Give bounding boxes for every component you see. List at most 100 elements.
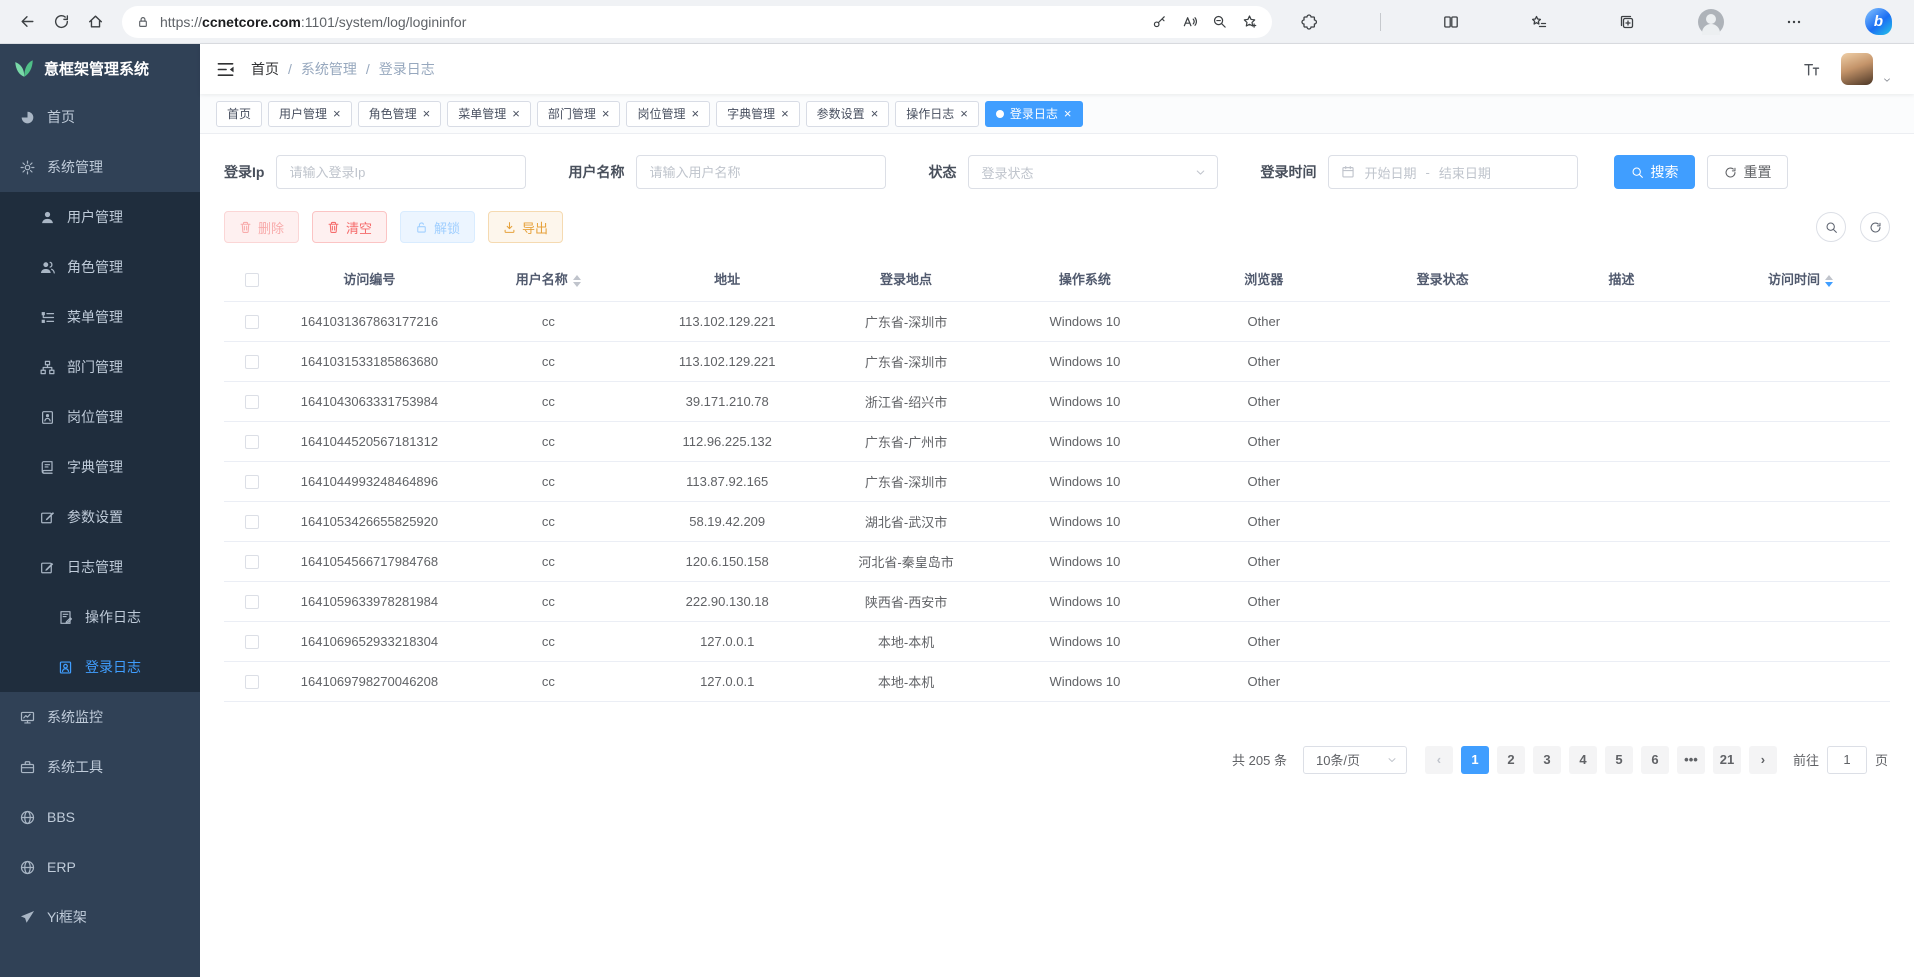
- date-range-picker[interactable]: 开始日期 - 结束日期: [1328, 155, 1578, 189]
- sort-caret-icon[interactable]: [1825, 275, 1833, 287]
- 导出-button[interactable]: 导出: [488, 211, 563, 243]
- page-button-5[interactable]: 5: [1605, 746, 1633, 774]
- tab-登录日志[interactable]: 登录日志×: [985, 101, 1083, 127]
- close-icon[interactable]: ×: [691, 107, 699, 120]
- page-button-3[interactable]: 3: [1533, 746, 1561, 774]
- status-select[interactable]: 登录状态: [968, 155, 1218, 189]
- sidebar-item-角色管理[interactable]: 角色管理: [0, 242, 200, 292]
- page-button-1[interactable]: 1: [1461, 746, 1489, 774]
- next-page-button[interactable]: ›: [1749, 746, 1777, 774]
- row-checkbox[interactable]: [245, 435, 259, 449]
- tab-用户管理[interactable]: 用户管理×: [268, 101, 352, 127]
- page-button-6[interactable]: 6: [1641, 746, 1669, 774]
- favorites-button[interactable]: [1522, 5, 1556, 39]
- sidebar-item-用户管理[interactable]: 用户管理: [0, 192, 200, 242]
- tab-岗位管理[interactable]: 岗位管理×: [626, 101, 710, 127]
- user-avatar[interactable]: [1841, 53, 1873, 85]
- tab-菜单管理[interactable]: 菜单管理 ×: [447, 101, 531, 127]
- row-checkbox[interactable]: [245, 515, 259, 529]
- goto-unit-label: 页: [1875, 750, 1888, 769]
- sidebar-item-参数设置[interactable]: 参数设置: [0, 492, 200, 542]
- close-icon[interactable]: ×: [1064, 107, 1072, 120]
- address-bar[interactable]: https://ccnetcore.com:1101/system/log/lo…: [122, 6, 1272, 38]
- extensions-button[interactable]: [1292, 5, 1326, 39]
- row-checkbox[interactable]: [245, 635, 259, 649]
- sidebar-item-岗位管理[interactable]: 岗位管理: [0, 392, 200, 442]
- page-button-2[interactable]: 2: [1497, 746, 1525, 774]
- page-button-21[interactable]: 21: [1713, 746, 1741, 774]
- row-checkbox[interactable]: [245, 595, 259, 609]
- close-icon[interactable]: ×: [871, 107, 879, 120]
- tab-操作日志[interactable]: 操作日志×: [895, 101, 979, 127]
- close-icon[interactable]: ×: [602, 107, 610, 120]
- close-icon[interactable]: ×: [512, 107, 520, 120]
- reset-button[interactable]: 重置: [1707, 155, 1788, 189]
- sidebar-item-日志管理[interactable]: 日志管理: [0, 542, 200, 592]
- refresh-mini-button[interactable]: [1860, 212, 1890, 242]
- goto-page-input[interactable]: [1827, 746, 1867, 774]
- cell: 1641044520567181312: [280, 421, 459, 461]
- close-icon[interactable]: ×: [423, 107, 431, 120]
- row-checkbox[interactable]: [245, 395, 259, 409]
- sidebar-item-操作日志[interactable]: 操作日志: [0, 592, 200, 642]
- search-mini-button[interactable]: [1816, 212, 1846, 242]
- login-ip-input[interactable]: [276, 155, 526, 189]
- search-button[interactable]: 搜索: [1614, 155, 1695, 189]
- tab-部门管理[interactable]: 部门管理×: [537, 101, 621, 127]
- avatar-caret-icon[interactable]: [1882, 75, 1892, 85]
- tab-字典管理[interactable]: 字典管理×: [716, 101, 800, 127]
- breadcrumb-item[interactable]: 系统管理: [301, 59, 357, 79]
- more-button[interactable]: [1777, 5, 1811, 39]
- prev-page-button[interactable]: ‹: [1425, 746, 1453, 774]
- column-header-访问时间[interactable]: 访问时间: [1711, 257, 1890, 301]
- row-checkbox[interactable]: [245, 355, 259, 369]
- more-pages-button[interactable]: •••: [1677, 746, 1705, 774]
- tab-label: 菜单管理: [458, 105, 506, 122]
- row-checkbox[interactable]: [245, 475, 259, 489]
- collections-button[interactable]: [1610, 5, 1644, 39]
- row-checkbox[interactable]: [245, 555, 259, 569]
- font-size-icon[interactable]: [1803, 61, 1820, 78]
- tab-角色管理[interactable]: 角色管理×: [358, 101, 442, 127]
- sidebar-item-登录日志[interactable]: 登录日志: [0, 642, 200, 692]
- row-checkbox[interactable]: [245, 315, 259, 329]
- sidebar-item-菜单管理[interactable]: 菜单管理: [0, 292, 200, 342]
- split-screen-button[interactable]: [1434, 5, 1468, 39]
- sidebar-item-首页[interactable]: 首页: [0, 92, 200, 142]
- column-header-用户名称[interactable]: 用户名称: [459, 257, 638, 301]
- refresh-button[interactable]: [44, 5, 78, 39]
- close-icon[interactable]: ×: [960, 107, 968, 120]
- sidebar-item-部门管理[interactable]: 部门管理: [0, 342, 200, 392]
- key-button[interactable]: [1144, 7, 1174, 37]
- sidebar-item-系统工具[interactable]: 系统工具: [0, 742, 200, 792]
- username-input[interactable]: [636, 155, 886, 189]
- page-size-select[interactable]: 10条/页: [1303, 746, 1407, 774]
- 清空-button[interactable]: 清空: [312, 211, 387, 243]
- zoom-out-button[interactable]: [1204, 7, 1234, 37]
- sidebar-item-系统监控[interactable]: 系统监控: [0, 692, 200, 742]
- page-button-4[interactable]: 4: [1569, 746, 1597, 774]
- sidebar-item-ERP[interactable]: ERP: [0, 842, 200, 892]
- close-icon[interactable]: ×: [333, 107, 341, 120]
- sort-caret-icon[interactable]: [573, 275, 581, 287]
- breadcrumb-item[interactable]: 首页: [251, 59, 279, 79]
- sidebar-item-Yi框架[interactable]: Yi框架: [0, 892, 200, 942]
- sidebar-item-字典管理[interactable]: 字典管理: [0, 442, 200, 492]
- profile-icon[interactable]: [1698, 9, 1724, 35]
- 删除-button[interactable]: 删除: [224, 211, 299, 243]
- menu-fold-icon[interactable]: [216, 60, 235, 79]
- home-button[interactable]: [78, 5, 112, 39]
- copilot-icon[interactable]: [1865, 8, 1892, 35]
- read-aloud-button[interactable]: [1174, 7, 1204, 37]
- close-icon[interactable]: ×: [781, 107, 789, 120]
- back-button[interactable]: [10, 5, 44, 39]
- sidebar-item-BBS[interactable]: BBS: [0, 792, 200, 842]
- tab-参数设置[interactable]: 参数设置×: [806, 101, 890, 127]
- 解锁-button[interactable]: 解锁: [400, 211, 475, 243]
- select-all-checkbox[interactable]: [245, 273, 259, 287]
- tab-首页[interactable]: 首页: [216, 101, 262, 127]
- row-checkbox[interactable]: [245, 675, 259, 689]
- app-logo: 意框架管理系统: [0, 44, 200, 92]
- favorite-add-button[interactable]: [1234, 7, 1264, 37]
- sidebar-item-系统管理[interactable]: 系统管理: [0, 142, 200, 192]
